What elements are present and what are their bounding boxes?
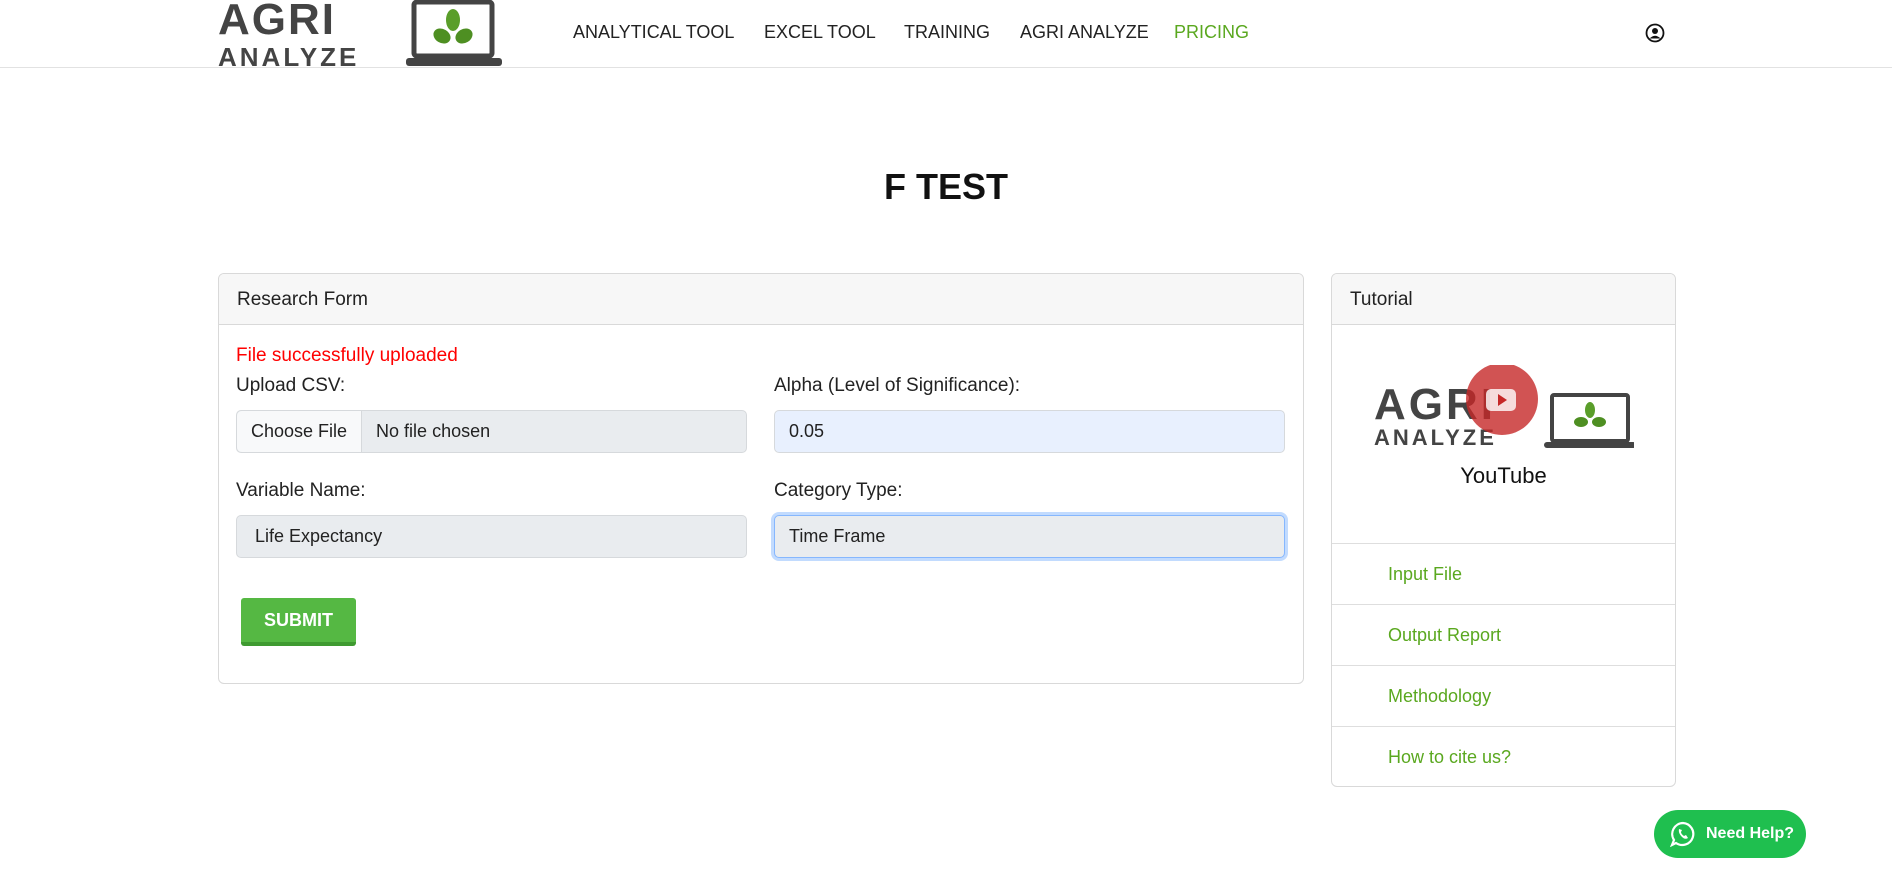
category-type-label: Category Type: <box>774 480 903 501</box>
alpha-label: Alpha (Level of Significance): <box>774 375 1021 396</box>
nav-excel-tool[interactable]: EXCEL TOOL <box>764 22 876 43</box>
whatsapp-icon <box>1670 821 1695 847</box>
csv-file-input[interactable]: Choose File No file chosen <box>236 410 747 453</box>
upload-csv-label: Upload CSV: <box>236 375 346 396</box>
user-circle-icon[interactable] <box>1645 23 1665 43</box>
submit-button[interactable]: SUBMIT <box>241 598 356 646</box>
tutorial-link-input-file[interactable]: Input File <box>1332 543 1675 604</box>
need-help-button[interactable]: Need Help? <box>1654 810 1806 858</box>
choose-file-button[interactable]: Choose File <box>237 411 363 452</box>
variable-name-label: Variable Name: <box>236 480 366 501</box>
tutorial-link-output-report[interactable]: Output Report <box>1332 604 1675 665</box>
tutorial-link-cite[interactable]: How to cite us? <box>1332 726 1675 786</box>
tutorial-card: Tutorial AGRI ANALYZE YouTube Input File… <box>1331 273 1676 787</box>
need-help-label: Need Help? <box>1706 825 1795 842</box>
tutorial-header: Tutorial <box>1332 274 1675 325</box>
svg-text:ANALYZE: ANALYZE <box>1374 425 1497 450</box>
tutorial-video-thumbnail[interactable]: AGRI ANALYZE YouTube <box>1332 325 1675 543</box>
nav-agri-analyze[interactable]: AGRI ANALYZE <box>1020 22 1149 43</box>
alpha-input[interactable]: 0.05 <box>774 410 1285 453</box>
nav-pricing[interactable]: PRICING <box>1174 22 1249 43</box>
site-header: AGRI ANALYZE ANALYTICAL TOOL EXCEL TOOL … <box>0 0 1892 68</box>
nav-training[interactable]: TRAINING <box>904 22 990 43</box>
category-type-input[interactable]: Time Frame <box>774 515 1285 558</box>
upload-status-message: File successfully uploaded <box>236 345 458 366</box>
nav-analytical-tool[interactable]: ANALYTICAL TOOL <box>573 22 734 43</box>
agri-analyze-video-logo: AGRI ANALYZE <box>1374 365 1634 450</box>
svg-text:ANALYZE: ANALYZE <box>218 42 359 68</box>
tutorial-link-methodology[interactable]: Methodology <box>1332 665 1675 726</box>
research-form-header: Research Form <box>219 274 1303 325</box>
page-title: F TEST <box>884 166 1008 207</box>
svg-text:AGRI: AGRI <box>218 0 336 44</box>
file-status-text: No file chosen <box>376 421 491 441</box>
variable-name-input[interactable]: Life Expectancy <box>236 515 747 558</box>
agri-analyze-logo[interactable]: AGRI ANALYZE <box>218 0 502 68</box>
research-form-card: Research Form <box>218 273 1304 684</box>
video-caption: YouTube <box>1460 463 1547 488</box>
